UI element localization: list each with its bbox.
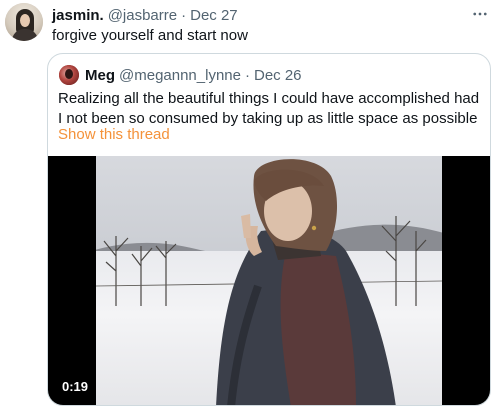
- tweet[interactable]: jasmin. @jasbarre · Dec 27 forgive yours…: [0, 0, 500, 408]
- quoted-date-separator: ·: [244, 66, 250, 84]
- author-avatar[interactable]: [5, 3, 43, 41]
- video-timestamp: 0:19: [57, 377, 94, 397]
- date-separator: ·: [181, 6, 187, 24]
- tweet-text: forgive yourself and start now: [52, 27, 248, 44]
- quoted-tweet-text: Realizing all the beautiful things I cou…: [58, 90, 480, 127]
- more-horizontal-icon[interactable]: [470, 4, 490, 24]
- author-handle[interactable]: @jasbarre: [108, 7, 177, 24]
- quoted-author-avatar: [59, 65, 79, 85]
- quoted-tweet-header: Meg @megannn_lynne · Dec 26: [85, 65, 302, 85]
- tweet-date[interactable]: Dec 27: [190, 7, 238, 24]
- quoted-tweet[interactable]: Meg @megannn_lynne · Dec 26 Realizing al…: [47, 53, 491, 406]
- quoted-author-handle: @megannn_lynne: [119, 66, 241, 84]
- video-player[interactable]: 0:19: [48, 156, 490, 405]
- quoted-tweet-date: Dec 26: [253, 66, 302, 84]
- tweet-header: jasmin. @jasbarre · Dec 27: [52, 5, 238, 25]
- author-name[interactable]: jasmin.: [52, 7, 104, 24]
- video-frame: [96, 156, 442, 405]
- show-thread-link[interactable]: Show this thread: [58, 126, 170, 143]
- quoted-author-name: Meg: [85, 66, 115, 84]
